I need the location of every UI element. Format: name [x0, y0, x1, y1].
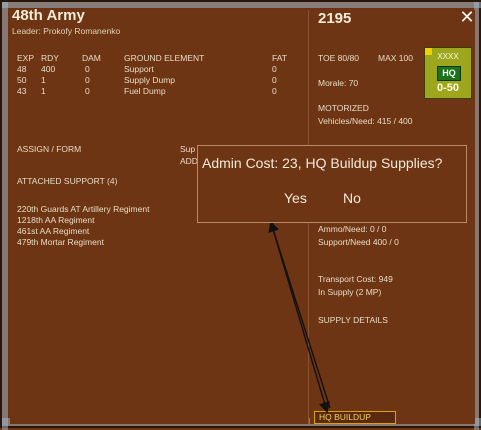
col-ground-element: GROUND ELEMENT: [124, 53, 205, 63]
window-edge-left: [2, 2, 8, 430]
army-name[interactable]: 48th Army: [12, 7, 85, 24]
support-unit-item[interactable]: 479th Mortar Regiment: [17, 237, 104, 247]
row-exp: 50: [17, 75, 27, 85]
partial-sup-label: Sup: [180, 144, 196, 154]
vehicles-need: Vehicles/Need: 415 / 400: [318, 116, 413, 126]
row-rdy: 400: [41, 64, 56, 74]
row-element-name[interactable]: Support: [124, 64, 154, 74]
col-fat: FAT: [272, 53, 287, 63]
leader-name[interactable]: Leader: Prokofy Romanenko: [12, 26, 120, 36]
row-element-name[interactable]: Supply Dump: [124, 75, 175, 85]
motorized-label: MOTORIZED: [318, 103, 369, 113]
row-dam: 0: [85, 64, 90, 74]
row-rdy: 1: [41, 86, 46, 96]
row-fat: 0: [272, 64, 277, 74]
max-label: MAX 100: [378, 53, 413, 63]
supply-details-link[interactable]: SUPPLY DETAILS: [318, 315, 388, 325]
row-exp: 43: [17, 86, 27, 96]
ammo-need: Ammo/Need: 0 / 0: [318, 224, 387, 234]
col-dam: DAM: [82, 53, 101, 63]
yes-button[interactable]: Yes: [284, 190, 307, 206]
col-rdy: RDY: [41, 53, 59, 63]
row-dam: 0: [85, 86, 90, 96]
no-button[interactable]: No: [343, 190, 361, 206]
col-exp: EXP: [17, 53, 35, 63]
row-element-name[interactable]: Fuel Dump: [124, 86, 166, 96]
hq-symbol: HQ: [437, 66, 461, 81]
toe-label: TOE 80/80: [318, 53, 359, 63]
row-exp: 48: [17, 64, 27, 74]
row-dam: 0: [85, 75, 90, 85]
turn-id: 2195: [318, 10, 352, 27]
morale-label: Morale: 70: [318, 78, 359, 88]
close-icon[interactable]: ✕: [458, 8, 476, 26]
partial-add-label: ADD: [180, 156, 198, 166]
row-rdy: 1: [41, 75, 46, 85]
counter-strength: 0-50: [436, 82, 460, 94]
confirm-dialog: Admin Cost: 23, HQ Buildup Supplies? Yes…: [197, 145, 467, 223]
unit-counter[interactable]: XXXX HQ 0-50: [424, 47, 472, 99]
in-supply-status: In Supply (2 MP): [318, 287, 382, 297]
transport-cost: Transport Cost: 949: [318, 274, 393, 284]
row-fat: 0: [272, 75, 277, 85]
dialog-message: Admin Cost: 23, HQ Buildup Supplies?: [202, 155, 443, 171]
support-unit-item[interactable]: 220th Guards AT Artillery Regiment: [17, 204, 149, 214]
support-unit-item[interactable]: 461st AA Regiment: [17, 226, 89, 236]
hq-buildup-button[interactable]: HQ BUILDUP: [314, 411, 396, 424]
support-need: Support/Need 400 / 0: [318, 237, 399, 247]
attached-support-title: ATTACHED SUPPORT (4): [17, 176, 118, 186]
counter-size: XXXX: [437, 52, 459, 61]
support-unit-item[interactable]: 1218th AA Regiment: [17, 215, 95, 225]
assign-form-link[interactable]: ASSIGN / FORM: [17, 144, 81, 154]
row-fat: 0: [272, 86, 277, 96]
